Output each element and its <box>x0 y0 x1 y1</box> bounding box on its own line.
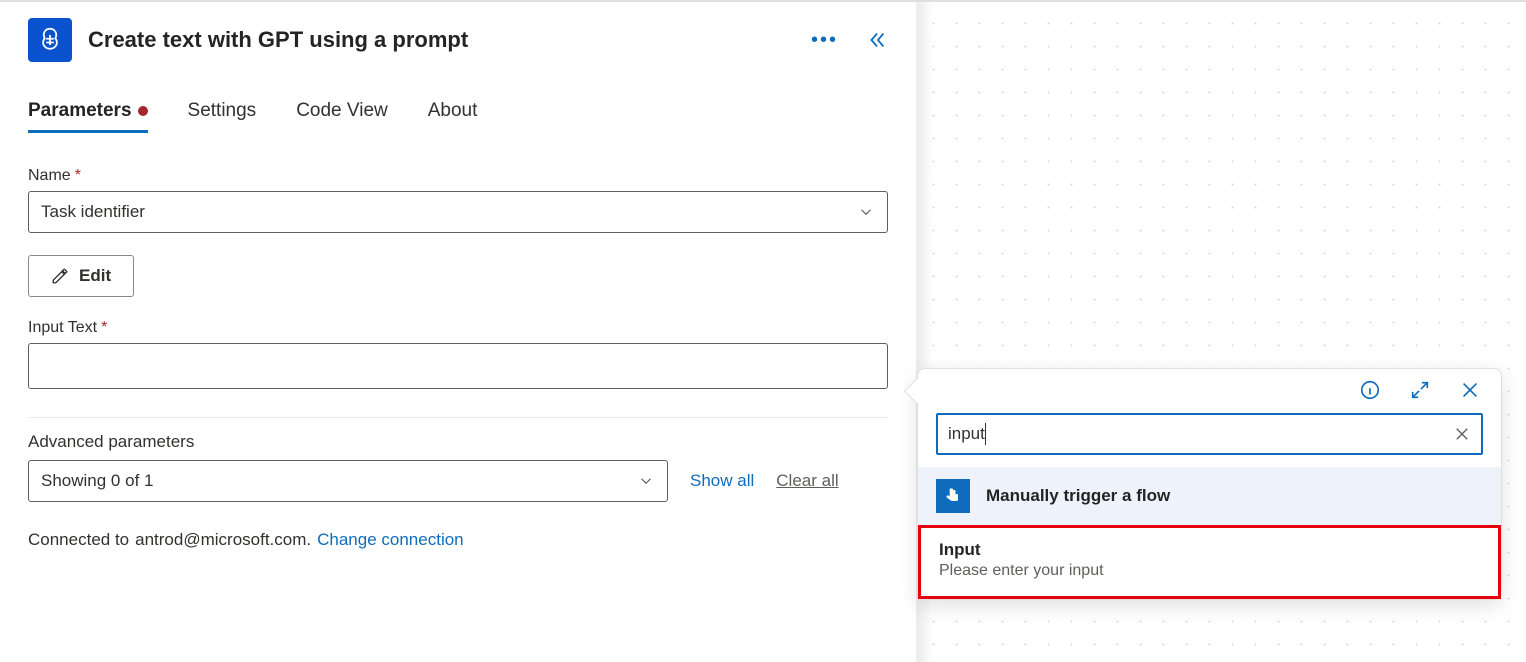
popup-search[interactable]: input <box>936 413 1483 455</box>
tab-parameters[interactable]: Parameters <box>28 100 148 133</box>
tab-label: Code View <box>296 100 388 122</box>
tab-label: Settings <box>188 100 257 122</box>
input-text-field[interactable] <box>41 356 875 376</box>
collapse-panel-button[interactable] <box>866 29 888 51</box>
edit-button-label: Edit <box>79 266 111 286</box>
edit-button[interactable]: Edit <box>28 255 134 297</box>
tabs: Parameters Settings Code View About <box>28 100 888 133</box>
required-indicator: * <box>101 319 107 337</box>
field-name-group: Name* Task identifier <box>28 167 888 233</box>
result-title: Input <box>939 540 1480 560</box>
change-connection-link[interactable]: Change connection <box>317 530 464 550</box>
tab-label: About <box>428 100 478 122</box>
connection-row: Connected to antrod@microsoft.com. Chang… <box>28 530 888 550</box>
gpt-icon <box>28 18 72 62</box>
result-item[interactable]: Input Please enter your input <box>918 525 1501 599</box>
clear-search-icon[interactable] <box>1453 425 1471 443</box>
field-input-text-group: Input Text* <box>28 319 888 389</box>
connection-prefix: Connected to <box>28 530 129 550</box>
info-icon[interactable] <box>1359 379 1381 401</box>
tab-indicator-dot <box>138 106 148 116</box>
expand-icon[interactable] <box>1409 379 1431 401</box>
chevron-down-icon <box>857 203 875 221</box>
panel-title: Create text with GPT using a prompt <box>88 27 795 53</box>
required-indicator: * <box>75 167 81 185</box>
chevron-down-icon <box>637 472 655 490</box>
advanced-label: Advanced parameters <box>28 432 888 452</box>
more-actions-button[interactable]: ••• <box>811 29 838 52</box>
tab-label: Parameters <box>28 100 132 122</box>
name-select[interactable]: Task identifier <box>28 191 888 233</box>
advanced-row: Showing 0 of 1 Show all Clear all <box>28 460 888 502</box>
popup-toolbar <box>918 369 1501 407</box>
tab-settings[interactable]: Settings <box>188 100 257 133</box>
manual-trigger-icon <box>936 479 970 513</box>
divider <box>28 417 888 418</box>
clear-all-link[interactable]: Clear all <box>776 471 838 491</box>
text-caret <box>985 423 986 445</box>
advanced-select-value: Showing 0 of 1 <box>41 471 153 491</box>
trigger-row[interactable]: Manually trigger a flow <box>918 467 1501 525</box>
field-label: Name* <box>28 167 888 185</box>
trigger-label: Manually trigger a flow <box>986 486 1170 506</box>
panel-header: Create text with GPT using a prompt ••• <box>28 18 888 62</box>
search-input-value: input <box>948 424 985 444</box>
close-icon[interactable] <box>1459 379 1481 401</box>
advanced-select[interactable]: Showing 0 of 1 <box>28 460 668 502</box>
tab-about[interactable]: About <box>428 100 478 133</box>
field-edit-group: Edit <box>28 255 888 297</box>
name-select-value: Task identifier <box>41 202 145 222</box>
show-all-link[interactable]: Show all <box>690 471 754 491</box>
result-subtitle: Please enter your input <box>939 562 1480 580</box>
canvas-area: input Manually trigger a flow Input Plea… <box>916 2 1526 662</box>
action-config-panel: Create text with GPT using a prompt ••• … <box>0 2 916 662</box>
input-text-field-wrap <box>28 343 888 389</box>
dynamic-content-popup: input Manually trigger a flow Input Plea… <box>917 368 1502 600</box>
tab-code-view[interactable]: Code View <box>296 100 388 133</box>
field-label: Input Text* <box>28 319 888 337</box>
connection-email: antrod@microsoft.com. <box>135 530 311 550</box>
pencil-icon <box>51 267 69 285</box>
